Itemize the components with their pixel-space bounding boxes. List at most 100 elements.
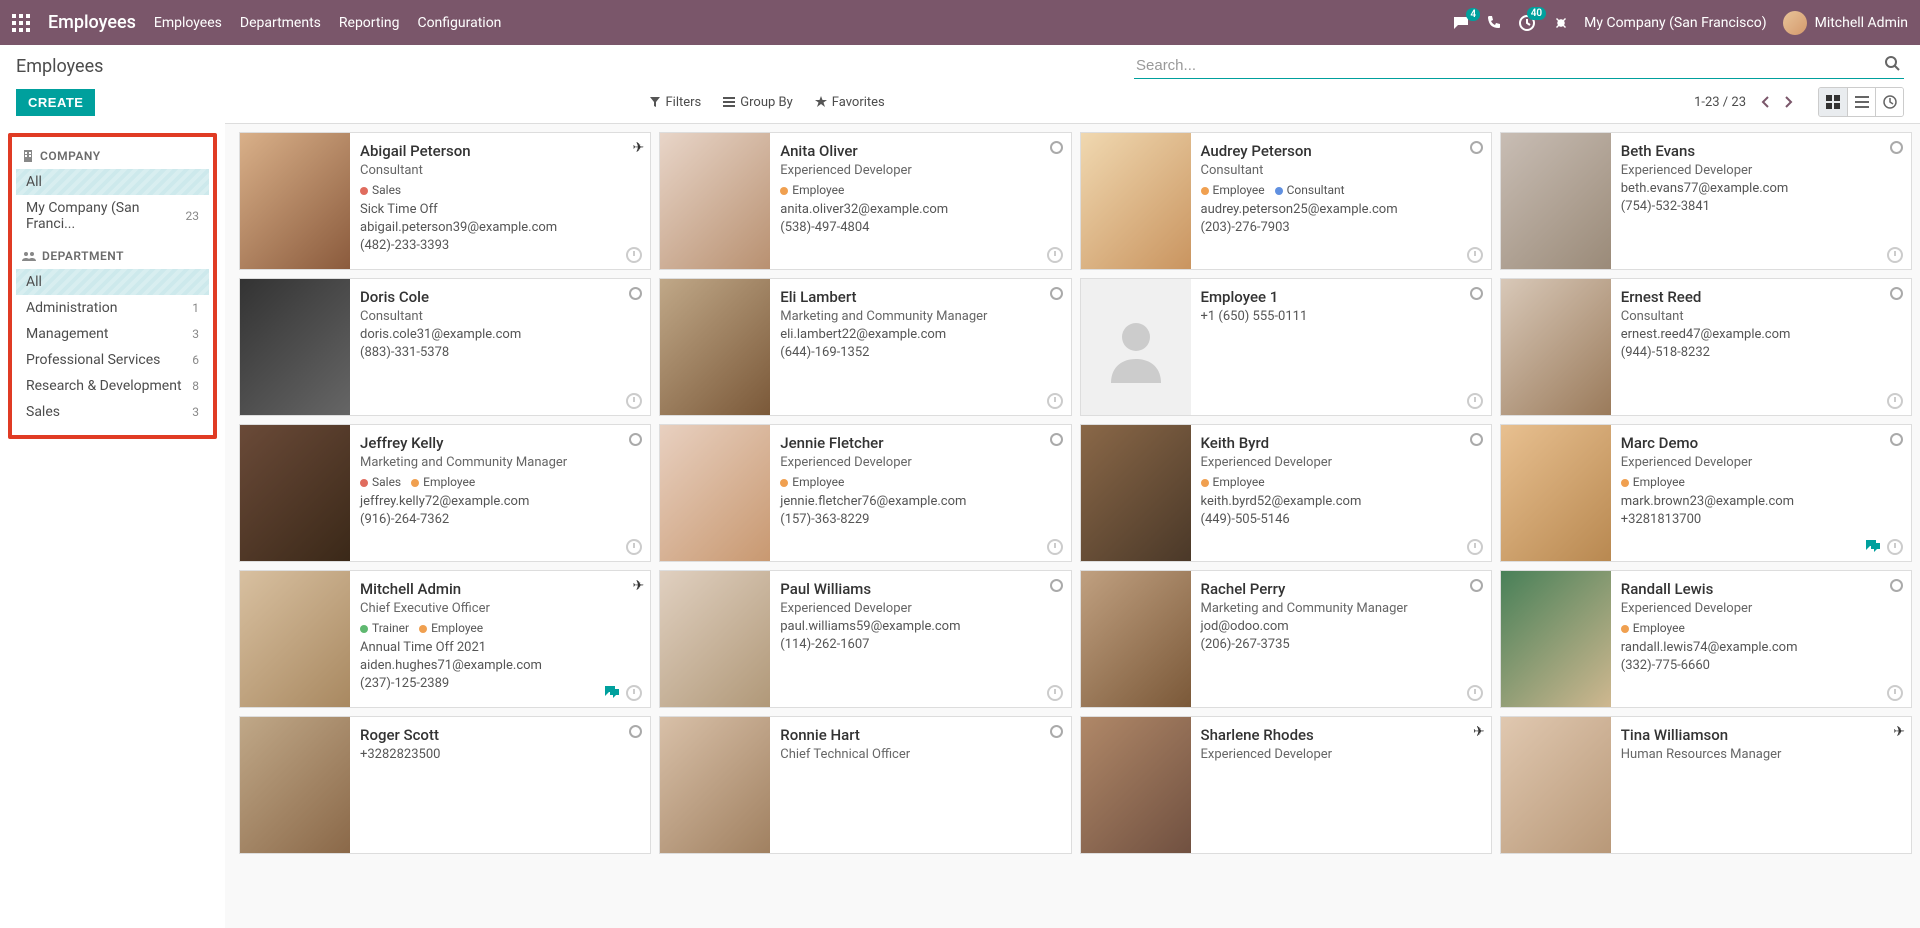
presence-ring[interactable] — [1050, 433, 1063, 446]
presence-ring[interactable] — [1050, 725, 1063, 738]
employee-phone: (644)-169-1352 — [780, 344, 1060, 362]
sidebar-dept-item[interactable]: Management3 — [16, 321, 209, 347]
employee-card[interactable]: Mitchell AdminChief Executive OfficerTra… — [239, 570, 651, 708]
clock-icon — [626, 393, 642, 409]
nav-reporting[interactable]: Reporting — [339, 15, 400, 31]
messages-icon[interactable]: 4 — [1452, 15, 1470, 31]
employee-name: Jeffrey Kelly — [360, 433, 640, 454]
presence-ring[interactable] — [1890, 579, 1903, 592]
employee-name: Paul Williams — [780, 579, 1060, 600]
employee-card[interactable]: Roger Scott+3282823500 — [239, 716, 651, 854]
activity-icon[interactable]: 40 — [1518, 14, 1536, 32]
clock-icon — [1047, 539, 1063, 555]
employee-phone: (916)-264-7362 — [360, 511, 640, 529]
search-input[interactable] — [1134, 53, 1904, 79]
presence-ring[interactable] — [1470, 287, 1483, 300]
presence-ring[interactable] — [1470, 141, 1483, 154]
employee-name: Marc Demo — [1621, 433, 1901, 454]
employee-card[interactable]: Keith ByrdExperienced DeveloperEmployeek… — [1080, 424, 1492, 562]
employee-card[interactable]: Employee 1+1 (650) 555-0111 — [1080, 278, 1492, 416]
nav-employees[interactable]: Employees — [154, 15, 222, 31]
sidebar-dept-item[interactable]: Research & Development8 — [16, 373, 209, 399]
message-icon[interactable] — [1865, 539, 1881, 555]
view-kanban[interactable] — [1819, 88, 1847, 116]
employee-card[interactable]: Eli LambertMarketing and Community Manag… — [659, 278, 1071, 416]
favorites-button[interactable]: Favorites — [815, 95, 885, 110]
employee-email: beth.evans77@example.com — [1621, 180, 1901, 198]
employee-email: doris.cole31@example.com — [360, 326, 640, 344]
employee-name: Audrey Peterson — [1201, 141, 1481, 162]
view-activity[interactable] — [1875, 88, 1903, 116]
employee-card[interactable]: Randall LewisExperienced DeveloperEmploy… — [1500, 570, 1912, 708]
filters-button[interactable]: Filters — [650, 95, 701, 110]
employee-card[interactable]: Rachel PerryMarketing and Community Mana… — [1080, 570, 1492, 708]
presence-ring[interactable] — [1890, 287, 1903, 300]
presence-ring[interactable] — [1050, 141, 1063, 154]
employee-phone: (206)-267-3735 — [1201, 636, 1481, 654]
presence-ring[interactable] — [1050, 579, 1063, 592]
nav-departments[interactable]: Departments — [240, 15, 321, 31]
employee-role: Marketing and Community Manager — [780, 308, 1060, 326]
presence-ring[interactable] — [1890, 433, 1903, 446]
employee-card[interactable]: Paul WilliamsExperienced Developerpaul.w… — [659, 570, 1071, 708]
sidebar-highlight: COMPANY All My Company (San Franci...23 … — [8, 133, 217, 439]
apps-icon[interactable] — [12, 14, 30, 32]
presence-ring[interactable] — [1470, 433, 1483, 446]
clock-icon — [1467, 247, 1483, 263]
message-icon[interactable] — [604, 685, 620, 701]
employee-card[interactable]: Tina WilliamsonHuman Resources Manager✈ — [1500, 716, 1912, 854]
nav-configuration[interactable]: Configuration — [417, 15, 501, 31]
employee-card[interactable]: Jeffrey KellyMarketing and Community Man… — [239, 424, 651, 562]
user-menu[interactable]: Mitchell Admin — [1783, 11, 1908, 35]
presence-ring[interactable] — [1890, 141, 1903, 154]
employee-email: abigail.peterson39@example.com — [360, 219, 640, 237]
employee-photo — [240, 133, 350, 270]
employee-role: Experienced Developer — [1621, 162, 1901, 180]
employee-role: Human Resources Manager — [1621, 746, 1901, 764]
presence-ring[interactable] — [1470, 579, 1483, 592]
search-icon[interactable] — [1884, 55, 1900, 71]
employee-card[interactable]: Jennie FletcherExperienced DeveloperEmpl… — [659, 424, 1071, 562]
employee-email: jod@odoo.com — [1201, 618, 1481, 636]
debug-icon[interactable] — [1552, 15, 1568, 31]
sidebar-dept-item[interactable]: Professional Services6 — [16, 347, 209, 373]
employee-phone: (538)-497-4804 — [780, 219, 1060, 237]
employee-card[interactable]: Beth EvansExperienced Developerbeth.evan… — [1500, 132, 1912, 270]
employee-card[interactable]: Audrey PetersonConsultantEmployeeConsult… — [1080, 132, 1492, 270]
presence-ring[interactable] — [629, 433, 642, 446]
clock-icon — [626, 539, 642, 555]
employee-role: Chief Executive Officer — [360, 600, 640, 618]
sidebar-company-all[interactable]: All — [16, 169, 209, 195]
pager-prev[interactable] — [1760, 95, 1770, 109]
employee-photo — [660, 717, 770, 854]
pager-next[interactable] — [1784, 95, 1794, 109]
presence-ring[interactable] — [629, 725, 642, 738]
employee-tags: Sales — [360, 182, 640, 199]
employee-role: Experienced Developer — [780, 600, 1060, 618]
clock-icon — [1467, 539, 1483, 555]
create-button[interactable]: CREATE — [16, 89, 95, 116]
employee-card[interactable]: Abigail PetersonConsultantSalesSick Time… — [239, 132, 651, 270]
sidebar-company-item[interactable]: My Company (San Franci...23 — [16, 195, 209, 237]
phone-icon[interactable] — [1486, 15, 1502, 31]
employee-role: Experienced Developer — [1621, 454, 1901, 472]
sidebar-dept-all[interactable]: All — [16, 269, 209, 295]
sidebar-dept-item[interactable]: Sales3 — [16, 399, 209, 425]
plane-icon: ✈ — [1893, 723, 1905, 743]
employee-card[interactable]: Ronnie HartChief Technical Officer — [659, 716, 1071, 854]
employee-card[interactable]: Doris ColeConsultantdoris.cole31@example… — [239, 278, 651, 416]
sidebar-dept-item[interactable]: Administration1 — [16, 295, 209, 321]
employee-role: Experienced Developer — [1201, 454, 1481, 472]
presence-ring[interactable] — [629, 287, 642, 300]
employee-card[interactable]: Anita OliverExperienced DeveloperEmploye… — [659, 132, 1071, 270]
groupby-button[interactable]: Group By — [723, 95, 793, 110]
view-list[interactable] — [1847, 88, 1875, 116]
plane-icon: ✈ — [633, 139, 645, 159]
clock-icon — [1047, 393, 1063, 409]
employee-name: Jennie Fletcher — [780, 433, 1060, 454]
employee-card[interactable]: Marc DemoExperienced DeveloperEmployeema… — [1500, 424, 1912, 562]
employee-card[interactable]: Sharlene RhodesExperienced Developer✈ — [1080, 716, 1492, 854]
employee-card[interactable]: Ernest ReedConsultanternest.reed47@examp… — [1500, 278, 1912, 416]
company-switcher[interactable]: My Company (San Francisco) — [1584, 15, 1766, 31]
presence-ring[interactable] — [1050, 287, 1063, 300]
